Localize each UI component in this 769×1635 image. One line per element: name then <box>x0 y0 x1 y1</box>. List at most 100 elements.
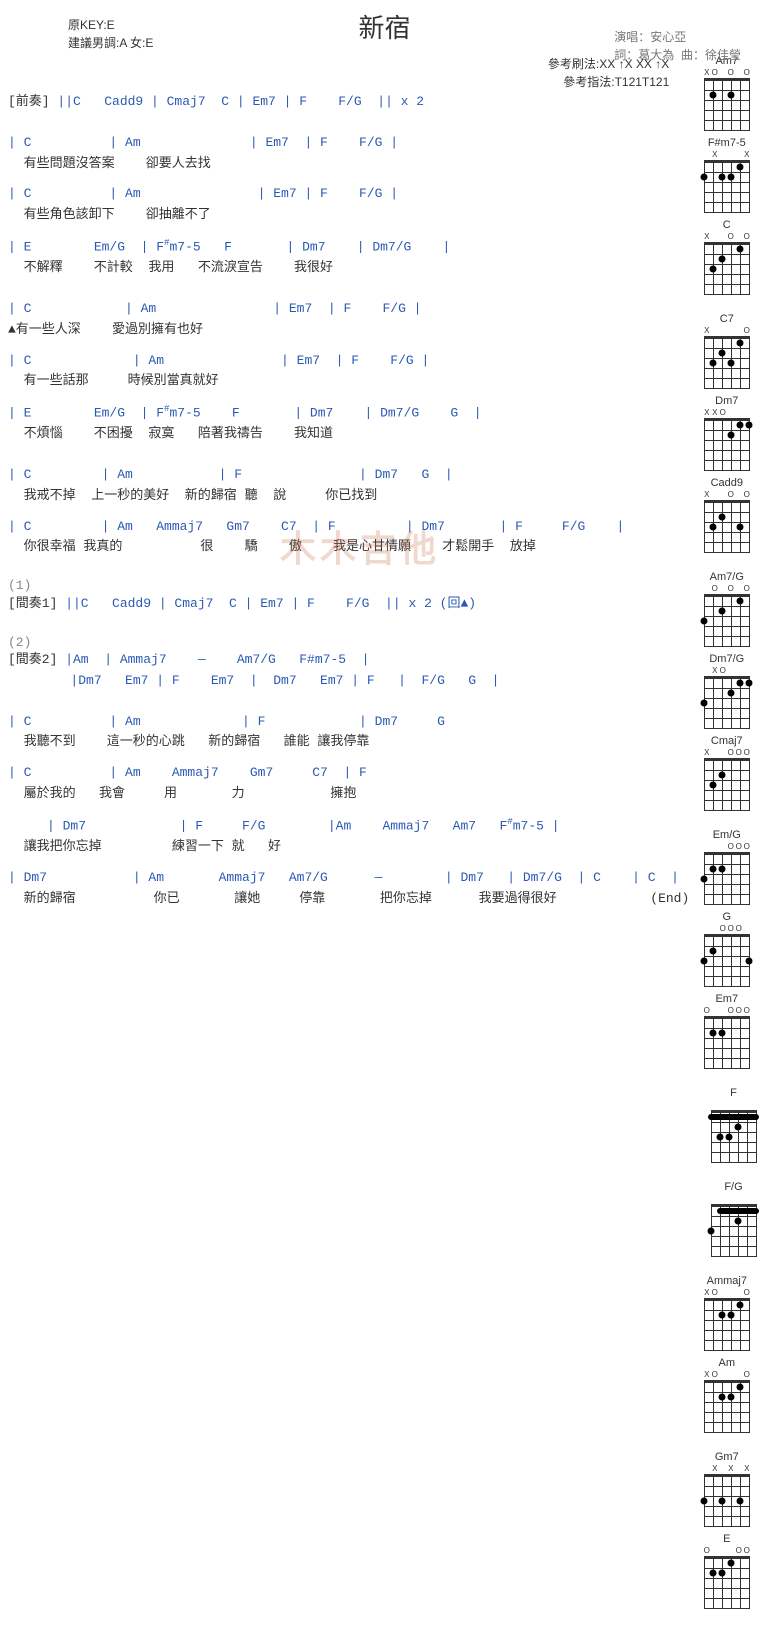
chord-line: | Dm7 | Am Ammaj7 Am7/G — | Dm7 | Dm7/G … <box>8 868 689 889</box>
playing-patterns: 參考刷法:XX ↑X XX ↑X 參考指法:T121T121 <box>8 55 669 91</box>
chorus-1: | C | Am | F | Dm7 G | 我戒不掉 上一秒的美好 新的歸宿 … <box>8 465 689 558</box>
lyric-line: 有些角色該卸下 卻抽離不了 <box>8 205 689 226</box>
diagram-row: F <box>699 1087 761 1163</box>
chord-diagram-name: Cadd9 <box>699 477 754 489</box>
chord-line: | C | Am | F | Dm7 G <box>8 712 689 733</box>
chord-diagram: F <box>706 1087 761 1163</box>
diagram-row: Am7XO O O F#m7-5 X X CX O O <box>699 55 761 295</box>
diagram-row: Ammaj7XO O AmXO O <box>699 1275 761 1433</box>
chord-diagram-name: Dm7/G <box>699 653 754 665</box>
chord-lyric-line: | C | Am Ammaj7 Gm7 C7 | F 屬於我的 我會 用 力 擁… <box>8 763 689 805</box>
chord-line: | C | Am | Em7 | F F/G | <box>8 133 689 154</box>
key-info: 原KEY:E 建議男調:A 女:E <box>68 16 153 52</box>
lyric-line: 不煩惱 不困擾 寂寞 陪著我禱告 我知道 <box>8 424 689 445</box>
interlude1-label: [間奏1] <box>8 596 57 611</box>
chord-diagram: EO OO <box>699 1533 754 1609</box>
chord-diagram: Dm7XXO <box>699 395 754 471</box>
lyric-line: ▲有一些人深 愛過別擁有也好 <box>8 320 689 341</box>
interlude2-label: [間奏2] <box>8 652 57 667</box>
chord-lyric-line: | Dm7 | Am Ammaj7 Am7/G — | Dm7 | Dm7/G … <box>8 868 689 910</box>
chord-diagram: Ammaj7XO O <box>699 1275 754 1351</box>
chord-diagram: AmXO O <box>699 1357 754 1433</box>
lyric-line: 我聽不到 這一秒的心跳 新的歸宿 誰能 讓我停靠 <box>8 732 689 753</box>
finger-label: 參考指法: <box>563 75 614 89</box>
chord-lyric-line: | Dm7 | F F/G |Am Ammaj7 Am7 F#m7-5 | 讓我… <box>8 815 689 858</box>
chord-line: | C | Am | Em7 | F F/G | <box>8 351 689 372</box>
interlude2-chords-2: |Dm7 Em7 | F Em7 | Dm7 Em7 | F | F/G G | <box>8 671 689 692</box>
chord-diagram-name: Cmaj7 <box>699 735 754 747</box>
chord-diagram-name: G <box>699 911 754 923</box>
diagram-row: Em/G OOO G OOO Em7O OOO <box>699 829 761 1069</box>
chord-diagram-name: F/G <box>706 1181 761 1193</box>
strum-label: 參考刷法: <box>548 57 599 71</box>
singer-name: 安心亞 <box>650 30 686 44</box>
chord-diagram-name: F#m7-5 <box>699 137 754 149</box>
lyric-line: 不解釋 不計較 我用 不流淚宣告 我很好 <box>8 258 689 279</box>
chord-lyric-line: | C | Am | F | Dm7 G 我聽不到 這一秒的心跳 新的歸宿 誰能… <box>8 712 689 754</box>
chord-diagram: Em7O OOO <box>699 993 754 1069</box>
chord-lyric-line: | C | Am | F | Dm7 G | 我戒不掉 上一秒的美好 新的歸宿 … <box>8 465 689 507</box>
interlude1-chords: ||C Cadd9 | Cmaj7 C | Em7 | F F/G || x 2… <box>57 596 476 611</box>
chord-lyric-line: | E Em/G | F#m7-5 F | Dm7 | Dm7/G | 不解釋 … <box>8 236 689 279</box>
chord-diagram: Am7XO O O <box>699 55 754 131</box>
chord-diagram-name: F <box>706 1087 761 1099</box>
lyricist-name: 葛大為 <box>638 48 674 62</box>
lyric-line: 我戒不掉 上一秒的美好 新的歸宿 聽 說 你已找到 <box>8 486 689 507</box>
verse-2: | C | Am | Em7 | F F/G |▲有一些人深 愛過別擁有也好| … <box>8 299 689 445</box>
chord-lyric-line: | C | Am | Em7 | F F/G | 有一些話那 時候別當真就好 <box>8 351 689 393</box>
intro-label: [前奏] <box>8 94 50 109</box>
lyric-line: 你很幸福 我真的 很 驕 傲 我是心甘情願 才鬆開手 放掉 <box>8 537 689 558</box>
marker-1: (1) <box>8 578 689 593</box>
composer-label: 曲： <box>681 48 705 62</box>
chord-diagram: Gm7 X X X <box>699 1451 754 1527</box>
chord-diagram-name: Em7 <box>699 993 754 1005</box>
lyric-line: 屬於我的 我會 用 力 擁抱 <box>8 784 689 805</box>
interlude-1: [間奏1] ||C Cadd9 | Cmaj7 C | Em7 | F F/G … <box>8 593 689 615</box>
chord-diagram-name: E <box>699 1533 754 1545</box>
original-key: 原KEY:E <box>68 16 153 34</box>
chord-diagram: F#m7-5 X X <box>699 137 754 213</box>
chord-diagram: G OOO <box>699 911 754 987</box>
chord-diagrams: Am7XO O O F#m7-5 X X CX O O C7X O Dm7XXO Ca… <box>699 55 761 1627</box>
chord-lyric-line: | C | Am | Em7 | F F/G | 有些問題沒答案 卻要人去找 <box>8 133 689 175</box>
lyricist-label: 詞： <box>614 48 638 62</box>
chord-diagram: CX O O <box>699 219 754 295</box>
header: 原KEY:E 建議男調:A 女:E 新宿 演唱：安心亞 詞：葛大為 曲：徐佳瑩 <box>8 8 761 45</box>
chord-line: | C | Am | F | Dm7 G | <box>8 465 689 486</box>
lyric-line: 有一些話那 時候別當真就好 <box>8 371 689 392</box>
chord-line: | C | Am | Em7 | F F/G | <box>8 184 689 205</box>
chord-lyric-line: | C | Am | Em7 | F F/G |▲有一些人深 愛過別擁有也好 <box>8 299 689 341</box>
chord-diagram: C7X O <box>699 313 754 389</box>
chord-diagram: Em/G OOO <box>699 829 754 905</box>
lyric-line: 有些問題沒答案 卻要人去找 <box>8 154 689 175</box>
diagram-row: F/G <box>699 1181 761 1257</box>
chord-lyric-line: | C | Am | Em7 | F F/G | 有些角色該卸下 卻抽離不了 <box>8 184 689 226</box>
verse-1: | C | Am | Em7 | F F/G | 有些問題沒答案 卻要人去找| … <box>8 133 689 279</box>
chord-line: | C | Am | Em7 | F F/G | <box>8 299 689 320</box>
interlude2-chords-1: |Am | Ammaj7 — Am7/G F#m7-5 | <box>57 652 369 667</box>
chord-diagram-name: Am7/G <box>699 571 754 583</box>
credits: 演唱：安心亞 詞：葛大為 曲：徐佳瑩 <box>614 28 741 64</box>
chord-diagram: F/G <box>706 1181 761 1257</box>
composer-name: 徐佳瑩 <box>705 48 741 62</box>
diagram-row: C7X ODm7XXO Cadd9X O O <box>699 313 761 553</box>
singer-label: 演唱： <box>614 30 650 44</box>
suggested-key: 建議男調:A 女:E <box>68 34 153 52</box>
chord-diagram-name: Gm7 <box>699 1451 754 1463</box>
chord-lyric-line: | C | Am Ammaj7 Gm7 C7 | F | Dm7 | F F/G… <box>8 517 689 559</box>
chord-diagram-name: Em/G <box>699 829 754 841</box>
chord-diagram-name: Ammaj7 <box>699 1275 754 1287</box>
lyric-line: 新的歸宿 你已 讓她 停靠 把你忘掉 我要過得很好 (End) <box>8 889 689 910</box>
interlude-2: [間奏2] |Am | Ammaj7 — Am7/G F#m7-5 | |Dm7… <box>8 650 689 692</box>
chord-line: | Dm7 | F F/G |Am Ammaj7 Am7 F#m7-5 | <box>8 815 689 837</box>
chord-diagram-name: Dm7 <box>699 395 754 407</box>
chord-diagram: Dm7/G XO <box>699 653 754 729</box>
marker-2: (2) <box>8 635 689 650</box>
chord-sheet: 參考刷法:XX ↑X XX ↑X 參考指法:T121T121 [前奏] ||C … <box>8 55 699 919</box>
chord-diagram: Am7/G O O O <box>699 571 754 647</box>
chord-diagram: Cmaj7X OOO <box>699 735 754 811</box>
chord-diagram-name: C <box>699 219 754 231</box>
chord-line: | E Em/G | F#m7-5 F | Dm7 | Dm7/G | <box>8 236 689 258</box>
lyric-line: 讓我把你忘掉 練習一下 就 好 <box>8 837 689 858</box>
chord-line: | E Em/G | F#m7-5 F | Dm7 | Dm7/G G | <box>8 402 689 424</box>
